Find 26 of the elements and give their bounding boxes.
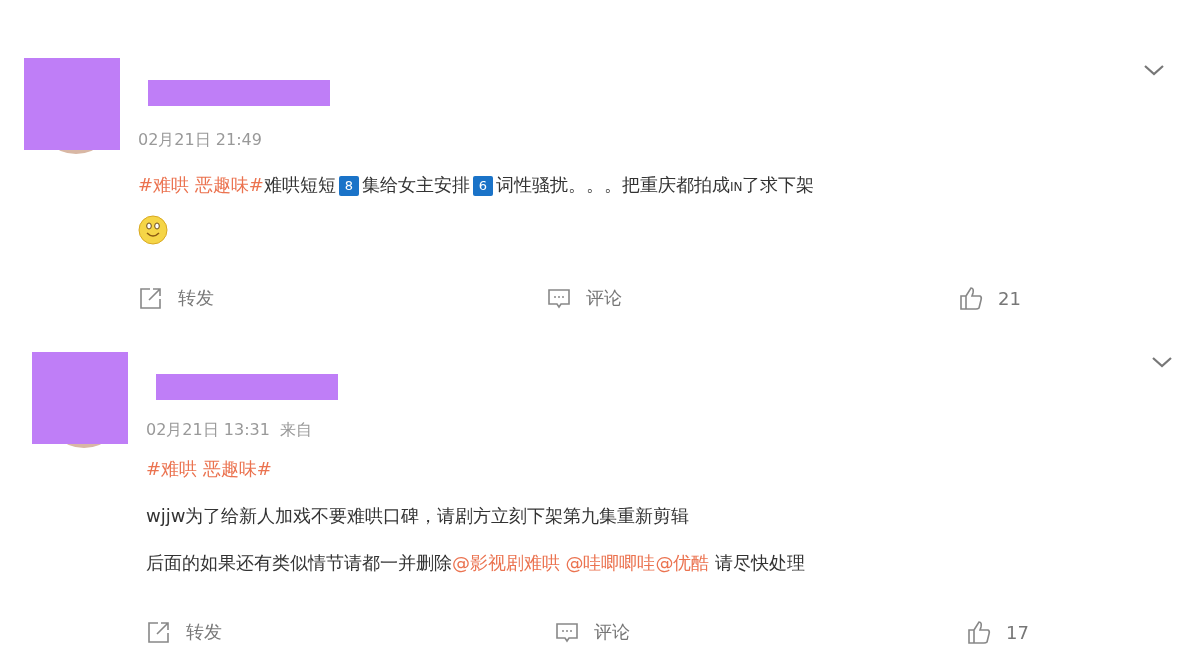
mention-link[interactable]: @哇唧唧哇 [565, 552, 656, 573]
post-time: 02月21日 13:31 [146, 420, 270, 441]
post-text: #难哄 恶趣味#难哄短短 8 集给女主安排 6 词性骚扰。。。把重庆都拍成IN了求下架 [138, 173, 816, 198]
number-badge: 6 [472, 176, 493, 196]
post-text: wjjw为了给新人加戏不要难哄口碑，请剧方立刻下架第九集重新剪辑 [146, 504, 691, 528]
repost-button[interactable]: 转发 [146, 619, 554, 645]
comment-button[interactable]: 评论 [546, 285, 958, 311]
smiley-icon [138, 215, 168, 245]
share-icon [138, 285, 164, 311]
mention-link[interactable]: @优酷 [655, 552, 710, 573]
thumbs-up-icon [966, 619, 992, 645]
post-text: 后面的如果还有类似情节请都一并删除@影视剧难哄 @哇唧唧哇@优酷 请尽快处理 [146, 551, 807, 575]
post-source: 来自 [279, 420, 312, 441]
number-badge: 8 [338, 176, 359, 196]
like-button[interactable]: 17 [966, 619, 1200, 645]
topic-link[interactable]: #难哄 恶趣味# [146, 458, 272, 479]
comment-button[interactable]: 评论 [554, 619, 966, 645]
like-button[interactable]: 21 [958, 285, 1200, 311]
thumbs-up-icon [958, 285, 984, 311]
repost-button[interactable]: 转发 [138, 285, 546, 311]
chevron-down-icon[interactable] [1150, 354, 1174, 370]
share-icon [146, 619, 172, 645]
post-time: 02月21日 21:49 [138, 130, 262, 151]
topic-link[interactable]: #难哄 恶趣味# [138, 174, 264, 195]
chevron-down-icon[interactable] [1142, 62, 1166, 78]
mention-link[interactable]: @影视剧难哄 [452, 552, 560, 573]
